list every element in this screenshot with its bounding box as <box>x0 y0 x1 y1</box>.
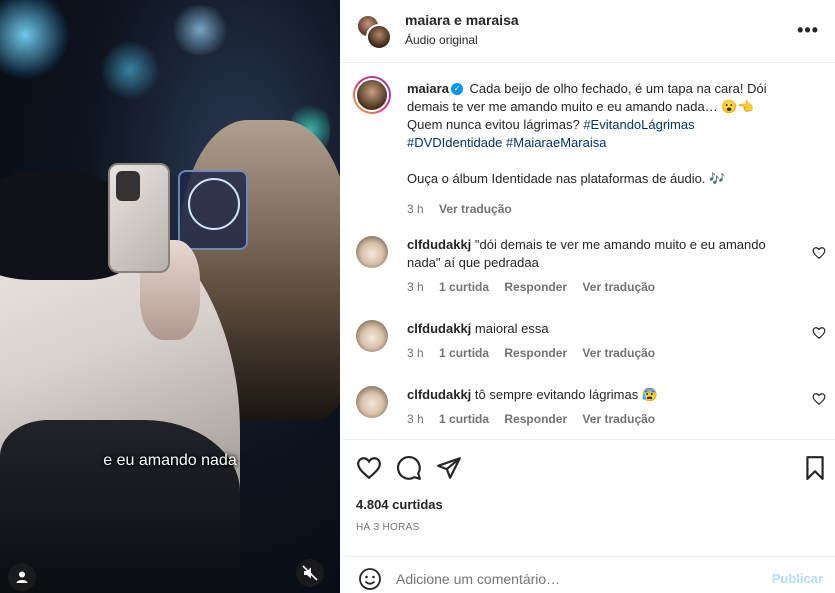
comment-like-icon[interactable] <box>812 246 826 260</box>
avatar[interactable] <box>356 320 388 352</box>
reply-button[interactable]: Responder <box>504 412 567 426</box>
comment-icon[interactable] <box>396 455 422 481</box>
avatar <box>366 24 392 50</box>
caption-text-2: Quem nunca evitou lágrimas? <box>407 117 580 132</box>
video-phone <box>108 163 170 273</box>
translate-link[interactable]: Ver tradução <box>439 202 512 216</box>
translate-link[interactable]: Ver tradução <box>582 346 655 360</box>
caption-time: 3 h <box>407 202 424 216</box>
comment-composer: Publicar <box>340 556 835 593</box>
comment-time: 3 h <box>407 412 424 426</box>
more-icon[interactable]: ••• <box>797 20 819 41</box>
comment-meta: 3 h 1 curtida Responder Ver tradução <box>407 344 802 362</box>
caption-meta: 3 h Ver tradução <box>407 200 802 218</box>
stage-light <box>170 5 230 55</box>
caption-username[interactable]: maiara <box>407 81 449 96</box>
collab-avatars[interactable] <box>356 14 392 50</box>
comment-text: maioral essa <box>474 321 549 336</box>
reel-video[interactable]: e eu amando nada <box>0 0 340 593</box>
comments-scroll[interactable]: maiara ✓ Cada beijo de olho fechado, é um… <box>340 64 835 438</box>
stage-light <box>0 0 70 80</box>
share-icon[interactable] <box>436 455 462 481</box>
comment-likes[interactable]: 1 curtida <box>439 280 489 294</box>
post-actions: 4.804 curtidas HÁ 3 HORAS Publicar <box>340 439 835 593</box>
tagged-users-button[interactable] <box>8 563 36 591</box>
comment-likes[interactable]: 1 curtida <box>439 412 489 426</box>
heart-icon[interactable] <box>356 455 382 481</box>
avatar[interactable] <box>356 386 388 418</box>
comment-username[interactable]: clfdudakkj <box>407 387 471 402</box>
comment-item: clfdudakkj maioral essa 3 h 1 curtida Re… <box>356 318 826 366</box>
comment-like-icon[interactable] <box>812 326 826 340</box>
post-panel: maiara e maraisa Áudio original ••• maia… <box>340 0 835 593</box>
post-author-names[interactable]: maiara e maraisa <box>405 12 519 28</box>
bookmark-icon[interactable] <box>802 455 828 481</box>
comment-text: tô sempre evitando lágrimas 😰 <box>474 387 659 402</box>
comment-item: clfdudakkj tô sempre evitando lágrimas 😰… <box>356 384 826 432</box>
video-logo-card <box>178 170 248 250</box>
stage-light <box>100 40 160 100</box>
publish-button[interactable]: Publicar <box>772 571 823 586</box>
caption-text-3: Ouça o álbum Identidade nas plataformas … <box>407 171 726 186</box>
comment-like-icon[interactable] <box>812 392 826 406</box>
post-header: maiara e maraisa Áudio original ••• <box>340 0 835 63</box>
emoji-icon[interactable] <box>358 567 382 591</box>
comment-username[interactable]: clfdudakkj <box>407 321 471 336</box>
comment-time: 3 h <box>407 346 424 360</box>
mute-button[interactable] <box>296 559 324 587</box>
video-sleeve <box>0 420 240 593</box>
mute-icon <box>302 565 318 581</box>
hashtag-link[interactable]: #DVDIdentidade <box>407 135 502 150</box>
audio-link[interactable]: Áudio original <box>405 33 478 47</box>
reply-button[interactable]: Responder <box>504 280 567 294</box>
comment-username[interactable]: clfdudakkj <box>407 237 471 252</box>
comment-input[interactable] <box>396 571 726 587</box>
avatar[interactable] <box>356 236 388 268</box>
verified-icon: ✓ <box>450 82 463 95</box>
comment-time: 3 h <box>407 280 424 294</box>
comment-likes[interactable]: 1 curtida <box>439 346 489 360</box>
reply-button[interactable]: Responder <box>504 346 567 360</box>
comment-item: clfdudakkj "dói demais te ver me amando … <box>356 234 826 300</box>
post-timestamp[interactable]: HÁ 3 HORAS <box>356 522 420 533</box>
user-icon <box>16 571 28 583</box>
likes-count[interactable]: 4.804 curtidas <box>356 497 443 512</box>
post-caption: maiara ✓ Cada beijo de olho fechado, é um… <box>353 76 826 218</box>
comment-meta: 3 h 1 curtida Responder Ver tradução <box>407 410 802 428</box>
translate-link[interactable]: Ver tradução <box>582 280 655 294</box>
hashtag-link[interactable]: #EvitandoLágrimas <box>583 117 694 132</box>
hashtag-link[interactable]: #MaiaraeMaraisa <box>506 135 606 150</box>
avatar[interactable] <box>353 76 391 114</box>
comment-meta: 3 h 1 curtida Responder Ver tradução <box>407 278 802 296</box>
video-caption: e eu amando nada <box>103 452 237 469</box>
translate-link[interactable]: Ver tradução <box>582 412 655 426</box>
